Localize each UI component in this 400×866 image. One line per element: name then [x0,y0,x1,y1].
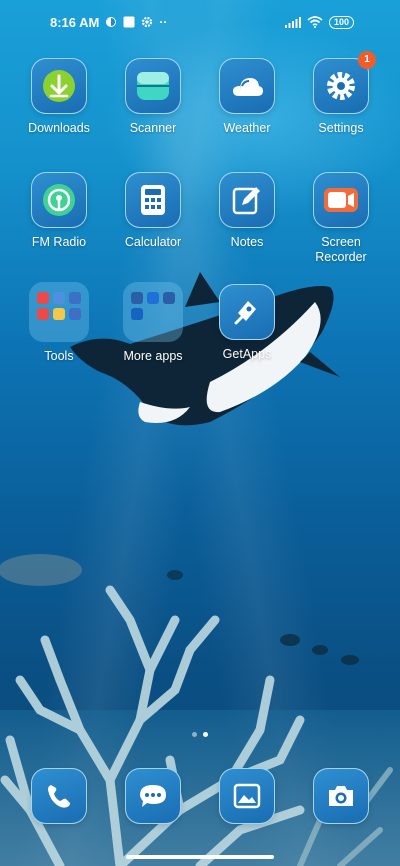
screen-recorder-icon [313,172,369,228]
fm-radio-icon [31,172,87,228]
app-weather[interactable]: Weather [200,58,294,136]
getapps-icon [219,284,275,340]
app-calculator[interactable]: Calculator [106,172,200,250]
app-scanner[interactable]: Scanner [106,58,200,136]
more-notifications-icon: ·· [159,15,168,29]
app-label: Screen Recorder [315,235,367,264]
app-label: FM Radio [31,235,87,249]
app-getapps[interactable]: GetApps [200,284,294,362]
app-label: Scanner [129,121,177,135]
status-time: 8:16 AM [50,14,100,30]
weather-icon [219,58,275,114]
signal-icon [284,16,301,28]
app-label: More apps [123,349,183,363]
folder-icon [123,282,183,342]
phone-icon [31,768,87,824]
notes-icon [219,172,275,228]
app-screen-recorder[interactable]: Screen Recorder [294,172,388,265]
app-notes[interactable]: Notes [200,172,294,250]
dock-messages[interactable] [125,768,181,824]
dock-camera[interactable] [313,768,369,824]
settings-icon: 1 [313,51,376,114]
folder-tools[interactable]: Tools [12,282,106,364]
downloads-icon [31,58,87,114]
gallery-icon [219,768,275,824]
dock-phone[interactable] [31,768,87,824]
app-label: GetApps [222,347,272,361]
app-label: Tools [44,349,74,363]
page-indicator [0,732,400,737]
scanner-icon [125,58,181,114]
dock-gallery[interactable] [219,768,275,824]
app-label: Notes [230,235,264,249]
sync-icon [106,17,117,27]
home-indicator[interactable] [126,855,274,859]
page-dot [192,732,197,737]
camera-icon [313,768,369,824]
gear-icon [142,16,153,28]
calculator-icon [125,172,181,228]
status-bar: 8:16 AM ·· 100 [0,0,400,44]
wifi-icon [307,16,323,28]
app-settings[interactable]: 1 Settings [294,51,388,136]
app-fm-radio[interactable]: FM Radio [12,172,106,250]
app-label: Settings [318,121,364,135]
battery-indicator: 100 [328,15,354,29]
folder-more-apps[interactable]: More apps [106,282,200,364]
app-label: Calculator [124,235,182,249]
app-label: Downloads [28,121,90,135]
notification-square-icon [123,16,135,28]
notification-badge: 1 [358,51,376,69]
app-label: Weather [223,121,271,135]
messages-icon [125,768,181,824]
app-downloads[interactable]: Downloads [12,58,106,136]
page-dot-active [203,732,208,737]
folder-icon [29,282,89,342]
